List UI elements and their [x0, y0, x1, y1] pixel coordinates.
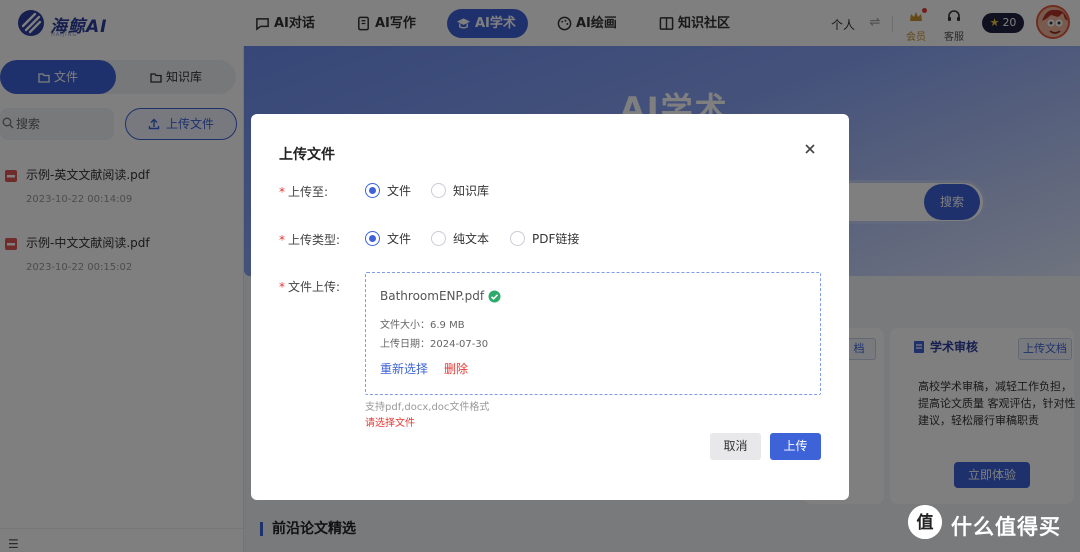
upload-to-label: * 上传至: [279, 185, 329, 199]
uploaded-file-name: BathroomENP.pdf [380, 289, 485, 303]
file-dropzone[interactable]: BathroomENP.pdf 文件大小：6.9 MB 上传日期：2024-07… [365, 272, 821, 395]
upload-file-dialog: 上传文件 * 上传至: 文件 知识库 * 上传类型: 文件 纯文本 PDF链接 * 文… [251, 114, 849, 500]
validation-error: 请选择文件 [365, 418, 415, 429]
reselect-link[interactable]: 重新选择 [380, 360, 428, 377]
file-upload-label: * 文件上传: [279, 280, 341, 294]
radio-label: PDF链接 [532, 232, 580, 246]
label-text: 文件上传: [288, 280, 341, 294]
upload-type-label: * 上传类型: [279, 233, 341, 247]
format-hint: 支持pdf,docx,doc文件格式 [365, 402, 490, 413]
watermark-logo: 值 [908, 505, 942, 539]
radio-circle [510, 231, 525, 246]
radio-circle [365, 231, 380, 246]
upload-submit-button[interactable]: 上传 [770, 433, 821, 460]
watermark-icon: 值 [908, 505, 942, 539]
delete-link[interactable]: 删除 [444, 360, 468, 377]
check-circle-icon [488, 290, 501, 303]
radio-label: 文件 [387, 232, 412, 246]
svg-text:值: 值 [917, 512, 934, 533]
file-size: 文件大小：6.9 MB [380, 320, 465, 331]
label-text: 上传至: [288, 185, 329, 199]
radio-circle [431, 231, 446, 246]
radio-circle [365, 183, 380, 198]
radio-label: 文件 [387, 184, 412, 198]
radio-label: 纯文本 [453, 232, 490, 246]
close-icon[interactable] [803, 142, 817, 156]
label-text: 上传类型: [288, 233, 341, 247]
dialog-title: 上传文件 [279, 147, 335, 163]
file-upload-date: 上传日期：2024-07-30 [380, 339, 489, 350]
watermark-text: 什么值得买 [951, 515, 1061, 539]
radio-circle [431, 183, 446, 198]
radio-label: 知识库 [453, 184, 490, 198]
cancel-button[interactable]: 取消 [710, 433, 761, 460]
